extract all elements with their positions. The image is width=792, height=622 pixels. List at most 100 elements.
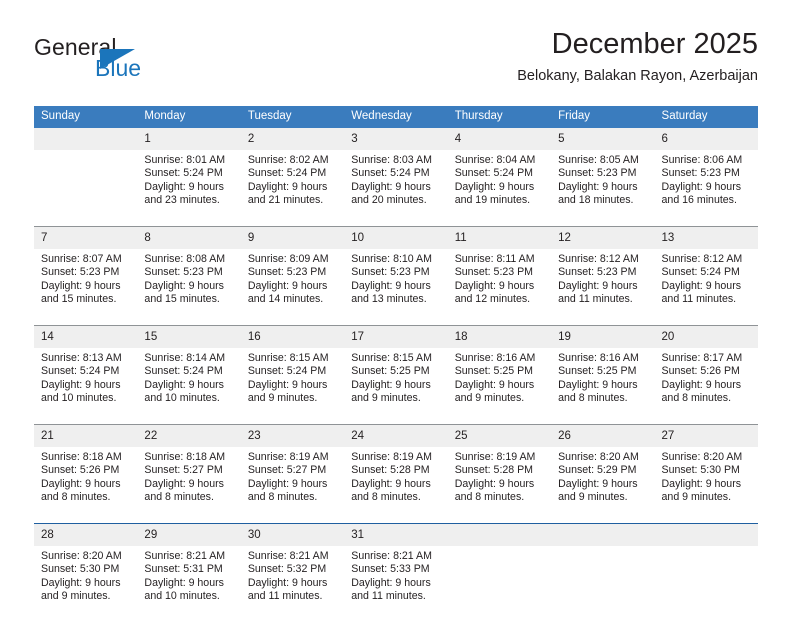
day-cell-empty [654, 546, 758, 622]
sunrise-text: Sunrise: 8:20 AM [661, 451, 743, 463]
day-cell-16[interactable]: Sunrise: 8:15 AM Sunset: 5:24 PM Daylight:… [240, 348, 345, 425]
day-number-7[interactable]: 7 [34, 227, 138, 249]
sunrise-text: Sunrise: 8:15 AM [351, 352, 432, 364]
sunrise-text: Sunrise: 8:20 AM [41, 550, 122, 562]
day-number-5[interactable]: 5 [551, 128, 655, 150]
sunset-text: Sunset: 5:25 PM [351, 365, 430, 378]
sunset-text: Sunset: 5:24 PM [247, 365, 327, 378]
weekday-header-wednesday: Wednesday [344, 106, 448, 128]
day-number-6[interactable]: 6 [654, 128, 758, 150]
day-cell-4[interactable]: Sunrise: 8:04 AM Sunset: 5:24 PM Daylight:… [447, 150, 552, 227]
day-number-2[interactable]: 2 [240, 128, 345, 150]
day-number-14[interactable]: 14 [34, 326, 138, 348]
day-number-31[interactable]: 31 [344, 524, 448, 546]
sunrise-text: Sunrise: 8:06 AM [661, 154, 743, 166]
day-cell-20[interactable]: Sunrise: 8:17 AM Sunset: 5:26 PM Daylight:… [654, 348, 758, 425]
day-number-20[interactable]: 20 [654, 326, 758, 348]
day-number-23[interactable]: 23 [240, 425, 345, 447]
day-number-16[interactable]: 16 [240, 326, 345, 348]
day-number-29[interactable]: 29 [137, 524, 241, 546]
day-number-3[interactable]: 3 [344, 128, 448, 150]
sunrise-text: Sunrise: 8:19 AM [351, 451, 432, 463]
day-number-18[interactable]: 18 [447, 326, 552, 348]
day-cell-7[interactable]: Sunrise: 8:07 AM Sunset: 5:23 PM Daylight:… [34, 249, 138, 326]
day-number-19[interactable]: 19 [551, 326, 655, 348]
day-cell-8[interactable]: Sunrise: 8:08 AM Sunset: 5:23 PM Daylight:… [137, 249, 241, 326]
day-cell-12[interactable]: Sunrise: 8:12 AM Sunset: 5:23 PM Daylight:… [551, 249, 655, 326]
day-number-empty [654, 524, 758, 546]
day-number-13[interactable]: 13 [654, 227, 758, 249]
sunrise-text: Sunrise: 8:15 AM [247, 352, 329, 364]
day-number-21[interactable]: 21 [34, 425, 138, 447]
logo-text-blue: Blue [95, 55, 142, 81]
day-number-30[interactable]: 30 [240, 524, 345, 546]
daylight-line1-text: Daylight: 9 hours [558, 279, 638, 292]
daylight-line1-text: Daylight: 9 hours [351, 378, 431, 391]
day-number-9[interactable]: 9 [240, 227, 345, 249]
day-cell-13[interactable]: Sunrise: 8:12 AM Sunset: 5:24 PM Daylight:… [654, 249, 758, 326]
day-cell-9[interactable]: Sunrise: 8:09 AM Sunset: 5:23 PM Daylight:… [240, 249, 345, 326]
week-detail-row: Sunrise: 8:01 AM Sunset: 5:24 PM Daylight:… [34, 150, 758, 227]
sunset-text: Sunset: 5:24 PM [144, 167, 223, 180]
day-cell-3[interactable]: Sunrise: 8:03 AM Sunset: 5:24 PM Daylight:… [344, 150, 448, 227]
sunrise-text: Sunrise: 8:11 AM [454, 253, 535, 265]
day-number-15[interactable]: 15 [137, 326, 241, 348]
sunset-text: Sunset: 5:30 PM [661, 464, 740, 477]
daylight-line1-text: Daylight: 9 hours [247, 279, 328, 292]
day-number-22[interactable]: 22 [137, 425, 241, 447]
day-cell-1[interactable]: Sunrise: 8:01 AM Sunset: 5:24 PM Daylight:… [137, 150, 241, 227]
sunrise-text: Sunrise: 8:18 AM [41, 451, 122, 463]
sunrise-text: Sunrise: 8:21 AM [351, 550, 432, 562]
day-cell-18[interactable]: Sunrise: 8:16 AM Sunset: 5:25 PM Daylight:… [447, 348, 552, 425]
sunset-text: Sunset: 5:24 PM [661, 266, 740, 279]
day-cell-17[interactable]: Sunrise: 8:15 AM Sunset: 5:25 PM Daylight:… [344, 348, 448, 425]
day-cell-14[interactable]: Sunrise: 8:13 AM Sunset: 5:24 PM Daylight:… [34, 348, 138, 425]
day-cell-2[interactable]: Sunrise: 8:02 AM Sunset: 5:24 PM Daylight:… [240, 150, 345, 227]
sunset-text: Sunset: 5:32 PM [247, 563, 327, 576]
day-cell-10[interactable]: Sunrise: 8:10 AM Sunset: 5:23 PM Daylight:… [344, 249, 448, 326]
day-cell-15[interactable]: Sunrise: 8:14 AM Sunset: 5:24 PM Daylight:… [137, 348, 241, 425]
week-detail-row: Sunrise: 8:13 AM Sunset: 5:24 PM Daylight:… [34, 348, 758, 425]
day-cell-25[interactable]: Sunrise: 8:19 AM Sunset: 5:28 PM Daylight:… [447, 447, 552, 524]
daylight-line2-text: and 8 minutes. [558, 392, 628, 405]
day-number-12[interactable]: 12 [551, 227, 655, 249]
daylight-line2-text: and 8 minutes. [661, 392, 732, 405]
daylight-line2-text: and 9 minutes. [558, 491, 628, 504]
daylight-line2-text: and 13 minutes. [351, 293, 427, 306]
day-cell-29[interactable]: Sunrise: 8:21 AM Sunset: 5:31 PM Daylight:… [137, 546, 241, 622]
day-cell-21[interactable]: Sunrise: 8:18 AM Sunset: 5:26 PM Daylight:… [34, 447, 138, 524]
day-number-10[interactable]: 10 [344, 227, 448, 249]
day-number-24[interactable]: 24 [344, 425, 448, 447]
day-number-28[interactable]: 28 [34, 524, 138, 546]
day-number-17[interactable]: 17 [344, 326, 448, 348]
day-cell-27[interactable]: Sunrise: 8:20 AM Sunset: 5:30 PM Daylight:… [654, 447, 758, 524]
day-number-26[interactable]: 26 [551, 425, 655, 447]
day-cell-11[interactable]: Sunrise: 8:11 AM Sunset: 5:23 PM Daylight:… [447, 249, 552, 326]
day-number-4[interactable]: 4 [447, 128, 552, 150]
day-cell-5[interactable]: Sunrise: 8:05 AM Sunset: 5:23 PM Daylight:… [551, 150, 655, 227]
day-cell-30[interactable]: Sunrise: 8:21 AM Sunset: 5:32 PM Daylight:… [240, 546, 345, 622]
week-daynumber-row: 14 15 16 17 18 19 20 [34, 326, 758, 348]
day-number-25[interactable]: 25 [447, 425, 552, 447]
day-cell-22[interactable]: Sunrise: 8:18 AM Sunset: 5:27 PM Daylight:… [137, 447, 241, 524]
sunset-text: Sunset: 5:24 PM [41, 365, 120, 378]
sunset-text: Sunset: 5:24 PM [454, 167, 534, 180]
day-number-11[interactable]: 11 [447, 227, 552, 249]
sunrise-text: Sunrise: 8:07 AM [41, 253, 122, 265]
day-cell-24[interactable]: Sunrise: 8:19 AM Sunset: 5:28 PM Daylight:… [344, 447, 448, 524]
day-cell-28[interactable]: Sunrise: 8:20 AM Sunset: 5:30 PM Daylight:… [34, 546, 138, 622]
sunset-text: Sunset: 5:23 PM [558, 266, 637, 279]
day-cell-31[interactable]: Sunrise: 8:21 AM Sunset: 5:33 PM Daylight:… [344, 546, 448, 622]
daylight-line1-text: Daylight: 9 hours [454, 378, 535, 391]
day-number-1[interactable]: 1 [137, 128, 241, 150]
day-cell-6[interactable]: Sunrise: 8:06 AM Sunset: 5:23 PM Daylight:… [654, 150, 758, 227]
day-cell-23[interactable]: Sunrise: 8:19 AM Sunset: 5:27 PM Daylight:… [240, 447, 345, 524]
sunset-text: Sunset: 5:27 PM [247, 464, 327, 477]
day-cell-26[interactable]: Sunrise: 8:20 AM Sunset: 5:29 PM Daylight:… [551, 447, 655, 524]
daylight-line2-text: and 8 minutes. [41, 491, 111, 504]
daylight-line1-text: Daylight: 9 hours [661, 279, 742, 292]
day-cell-19[interactable]: Sunrise: 8:16 AM Sunset: 5:25 PM Daylight:… [551, 348, 655, 425]
day-number-27[interactable]: 27 [654, 425, 758, 447]
day-number-8[interactable]: 8 [137, 227, 241, 249]
general-blue-logo[interactable]: General Blue [34, 34, 244, 88]
